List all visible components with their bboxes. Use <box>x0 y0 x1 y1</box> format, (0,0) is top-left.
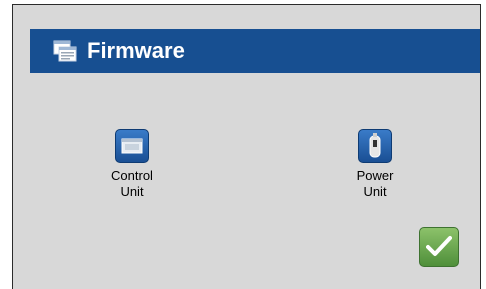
control-unit-button[interactable]: Control Unit <box>92 129 172 219</box>
confirm-button[interactable] <box>419 227 459 267</box>
power-unit-label: Power Unit <box>356 168 394 199</box>
power-unit-icon <box>358 129 392 163</box>
power-unit-button[interactable]: Power Unit <box>335 129 415 219</box>
page-title: Firmware <box>87 38 185 63</box>
firmware-panel: Firmware Control Unit Power Unit <box>12 4 481 289</box>
checkmark-icon <box>426 236 452 256</box>
control-unit-icon <box>115 129 149 163</box>
title-bar: Firmware <box>30 29 480 73</box>
control-unit-label: Control Unit <box>111 168 153 199</box>
window-stack-icon <box>53 40 77 62</box>
